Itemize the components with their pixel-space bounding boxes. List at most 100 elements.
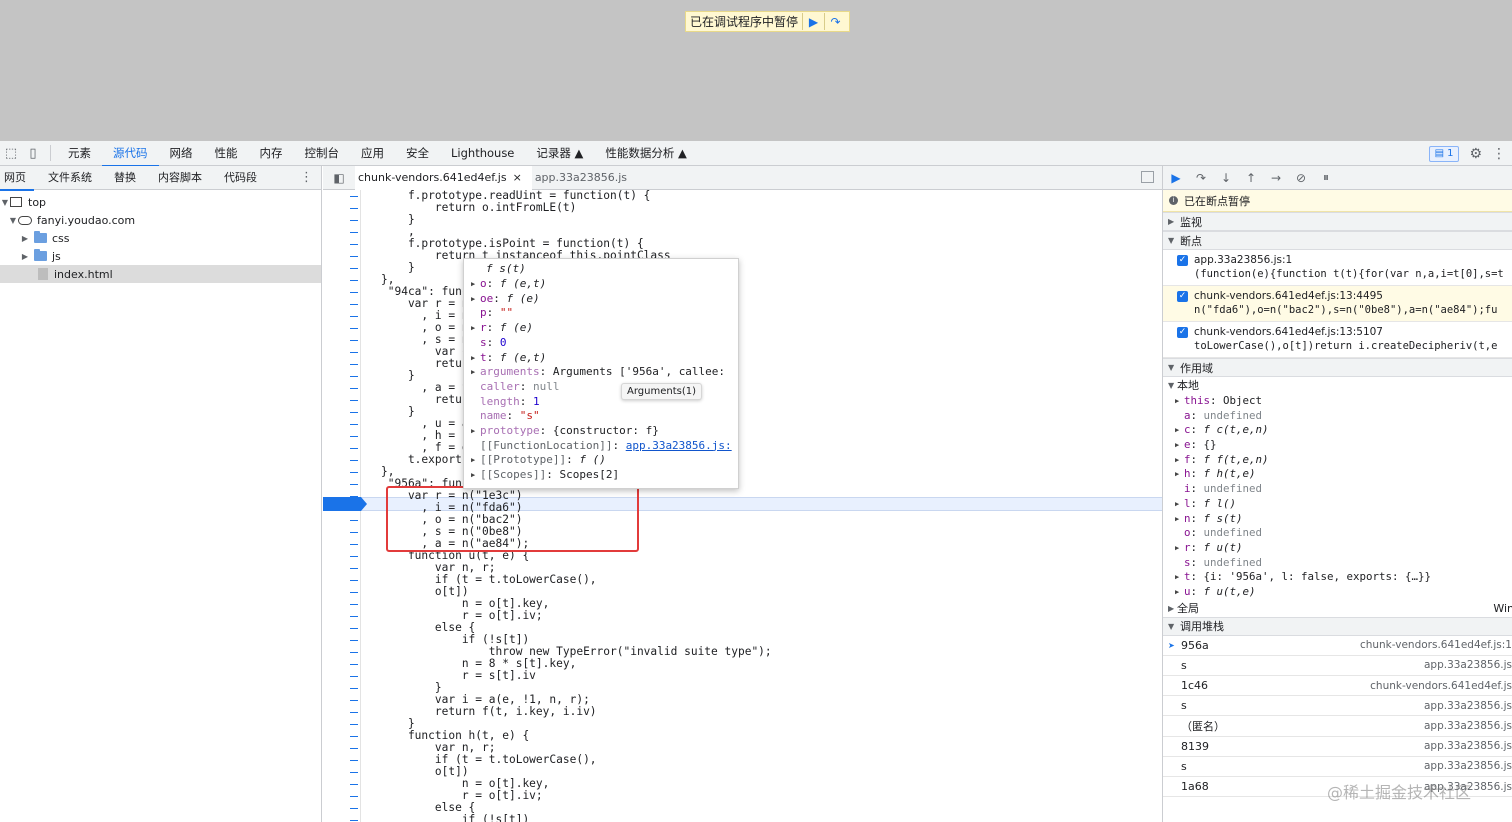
popover-property[interactable]: length: 1 bbox=[480, 395, 540, 409]
gutter-marker[interactable] bbox=[350, 268, 358, 269]
toggle-navigator-icon[interactable]: ◧ bbox=[323, 171, 355, 185]
tree-item-top[interactable]: ▼ top bbox=[0, 193, 321, 211]
nav-tab-overrides[interactable]: 替换 bbox=[110, 166, 144, 190]
scope-variable[interactable]: ▶ this: Object bbox=[1163, 394, 1512, 409]
gutter-marker[interactable] bbox=[350, 724, 358, 725]
scope-variable[interactable]: ▶ c: f c(t,e,n) bbox=[1163, 423, 1512, 438]
gutter-marker[interactable] bbox=[350, 340, 358, 341]
gutter-marker[interactable] bbox=[350, 280, 358, 281]
step-icon[interactable]: → bbox=[1269, 171, 1283, 185]
callstack-frame[interactable]: s app.33a23856.js bbox=[1163, 757, 1512, 777]
gutter-marker[interactable] bbox=[350, 748, 358, 749]
scope-variable[interactable]: ▶ t: {i: '956a', l: false, exports: {…}} bbox=[1163, 570, 1512, 585]
step-out-icon[interactable]: ↑ bbox=[1244, 171, 1258, 185]
gutter-marker[interactable] bbox=[350, 472, 358, 473]
gutter-marker[interactable] bbox=[350, 244, 358, 245]
callstack-frame[interactable]: s app.33a23856.js bbox=[1163, 656, 1512, 676]
tab-performance-insights[interactable]: 性能数据分析 ▲ bbox=[594, 141, 698, 166]
nav-tab-filesystem[interactable]: 文件系统 bbox=[44, 166, 100, 190]
scope-variable[interactable]: ▶ l: f l() bbox=[1163, 497, 1512, 512]
breakpoint-checkbox[interactable]: ✓ bbox=[1177, 291, 1188, 302]
gutter-marker[interactable] bbox=[350, 256, 358, 257]
scope-variable[interactable]: s: undefined bbox=[1163, 556, 1512, 571]
breakpoint-checkbox[interactable]: ✓ bbox=[1177, 327, 1188, 338]
gutter-marker[interactable] bbox=[350, 640, 358, 641]
breakpoint-item[interactable]: ✓ chunk-vendors.641ed4ef.js:13:5107 toLowe… bbox=[1163, 322, 1512, 358]
editor-tab-chunk-vendors[interactable]: chunk-vendors.641ed4ef.js × bbox=[355, 166, 532, 190]
resume-script-icon[interactable]: ▶ bbox=[1169, 171, 1183, 185]
tree-item-domain[interactable]: ▼ fanyi.youdao.com bbox=[0, 211, 321, 229]
callstack-frame[interactable]: 1c46 chunk-vendors.641ed4ef.js bbox=[1163, 676, 1512, 697]
callstack-section-header[interactable]: ▼ 调用堆栈 bbox=[1163, 616, 1512, 636]
gutter-marker[interactable] bbox=[350, 808, 358, 809]
gutter-marker[interactable] bbox=[350, 292, 358, 293]
gutter-marker[interactable] bbox=[350, 376, 358, 377]
gutter-marker[interactable] bbox=[350, 556, 358, 557]
breakpoint-item[interactable]: ✓ app.33a23856.js:1 (function(e){function … bbox=[1163, 250, 1512, 286]
popover-property[interactable]: ▶ t: f (e,t) bbox=[471, 351, 546, 365]
gutter-marker[interactable] bbox=[350, 712, 358, 713]
gutter-marker[interactable] bbox=[350, 412, 358, 413]
gutter-marker[interactable] bbox=[350, 220, 358, 221]
scope-section-header[interactable]: ▼ 作用域 bbox=[1163, 358, 1512, 377]
callstack-frame[interactable]: ➤ 956a chunk-vendors.641ed4ef.js:1 bbox=[1163, 635, 1512, 656]
gutter-marker[interactable] bbox=[350, 580, 358, 581]
object-preview-popover[interactable]: f s(t) ▶ o: f (e,t) ▶ oe: f (e) p: "" ▶ r: f (… bbox=[463, 258, 739, 489]
device-toolbar-icon[interactable]: ▯ bbox=[22, 142, 44, 164]
popover-property[interactable]: ▶ arguments: Arguments ['956a', callee: bbox=[471, 365, 725, 379]
popover-property[interactable]: caller: null bbox=[480, 380, 560, 394]
gutter-marker[interactable] bbox=[350, 652, 358, 653]
breakpoints-section-header[interactable]: ▼ 断点 bbox=[1163, 231, 1512, 250]
tab-security[interactable]: 安全 bbox=[395, 141, 440, 166]
gutter-marker[interactable] bbox=[350, 400, 358, 401]
gutter-marker[interactable] bbox=[350, 676, 358, 677]
gutter-marker[interactable] bbox=[350, 592, 358, 593]
editor-tab-app[interactable]: app.33a23856.js bbox=[532, 166, 637, 190]
more-options-icon[interactable]: ⋮ bbox=[1492, 146, 1506, 162]
gutter-marker[interactable] bbox=[350, 460, 358, 461]
breakpoint-item[interactable]: ✓ chunk-vendors.641ed4ef.js:13:4495 n("fda… bbox=[1163, 286, 1512, 322]
gutter-marker[interactable] bbox=[350, 820, 358, 821]
local-scope-header[interactable]: ▼ 本地 bbox=[1163, 377, 1512, 394]
gutter-marker[interactable] bbox=[350, 196, 358, 197]
global-scope-header[interactable]: ▶ 全局 Win bbox=[1163, 600, 1512, 617]
gutter-marker[interactable] bbox=[350, 388, 358, 389]
inspect-element-icon[interactable]: ⬚ bbox=[0, 142, 22, 164]
popover-property[interactable]: [[FunctionLocation]]: app.33a23856.js: bbox=[480, 439, 732, 453]
gutter-marker[interactable] bbox=[350, 736, 358, 737]
gutter-marker[interactable] bbox=[350, 232, 358, 233]
gutter-marker[interactable] bbox=[350, 352, 358, 353]
toggle-debugger-sidebar-icon[interactable] bbox=[1141, 171, 1154, 183]
step-into-icon[interactable]: ↓ bbox=[1219, 171, 1233, 185]
gutter-marker[interactable] bbox=[350, 784, 358, 785]
popover-property[interactable]: s: 0 bbox=[480, 336, 507, 350]
scope-variable[interactable]: ▶ e: {} bbox=[1163, 438, 1512, 453]
close-tab-icon[interactable]: × bbox=[513, 171, 522, 184]
gutter-marker[interactable] bbox=[350, 208, 358, 209]
callstack-frame[interactable]: （匿名） app.33a23856.js bbox=[1163, 716, 1512, 737]
gutter-marker[interactable] bbox=[350, 364, 358, 365]
pause-on-exceptions-icon[interactable]: ⏸ bbox=[1319, 170, 1333, 185]
tab-lighthouse[interactable]: Lighthouse bbox=[440, 141, 525, 166]
callstack-frame[interactable]: 8139 app.33a23856.js bbox=[1163, 737, 1512, 757]
tab-recorder[interactable]: 记录器 ▲ bbox=[525, 141, 594, 166]
gutter-marker[interactable] bbox=[350, 664, 358, 665]
gutter-marker[interactable] bbox=[350, 520, 358, 521]
gutter-marker[interactable] bbox=[350, 772, 358, 773]
gutter-marker[interactable] bbox=[350, 484, 358, 485]
tree-item-index-html[interactable]: index.html bbox=[0, 265, 321, 283]
gutter-marker[interactable] bbox=[350, 448, 358, 449]
callstack-frame[interactable]: s app.33a23856.js bbox=[1163, 696, 1512, 717]
popover-property[interactable]: p: "" bbox=[480, 306, 513, 320]
breakpoint-checkbox[interactable]: ✓ bbox=[1177, 255, 1188, 266]
popover-property[interactable]: ▶ [[Scopes]]: Scopes[2] bbox=[471, 468, 619, 482]
gutter-marker[interactable] bbox=[350, 616, 358, 617]
watch-section-header[interactable]: ▶ 监视 bbox=[1163, 212, 1512, 231]
gutter-marker[interactable] bbox=[350, 796, 358, 797]
gutter-marker[interactable] bbox=[350, 436, 358, 437]
scope-variable[interactable]: ▶ u: f u(t,e) bbox=[1163, 585, 1512, 600]
step-over-icon[interactable]: ↷ bbox=[1194, 171, 1208, 185]
scope-variable[interactable]: ▶ r: f u(t) bbox=[1163, 541, 1512, 556]
gutter-marker[interactable] bbox=[350, 328, 358, 329]
popover-property[interactable]: name: "s" bbox=[480, 409, 540, 423]
